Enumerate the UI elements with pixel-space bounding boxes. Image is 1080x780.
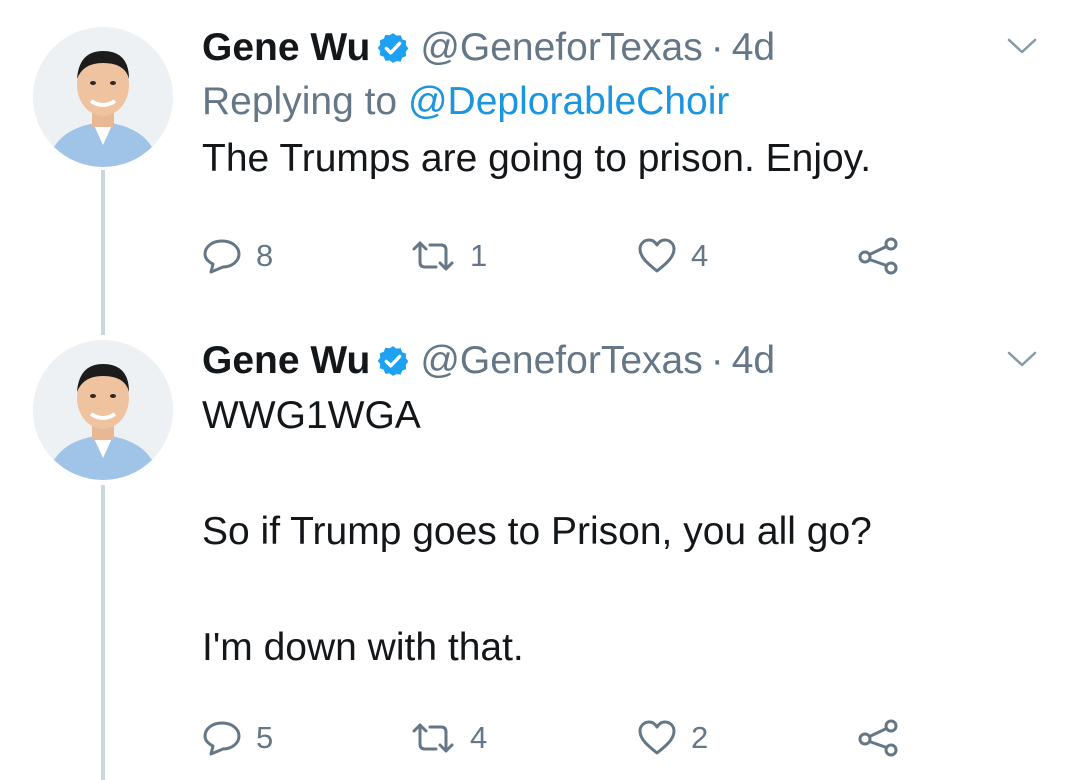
reply-icon bbox=[202, 720, 242, 756]
tweet-header: Gene Wu @GeneforTexas · 4d bbox=[202, 22, 1040, 74]
avatar[interactable] bbox=[33, 340, 173, 480]
tweet-text: The Trumps are going to prison. Enjoy. bbox=[202, 137, 872, 180]
reply-count: 5 bbox=[256, 720, 274, 755]
share-button[interactable] bbox=[857, 718, 901, 758]
display-name[interactable]: Gene Wu bbox=[202, 26, 370, 70]
thread-line bbox=[101, 170, 105, 335]
like-count: 2 bbox=[691, 720, 709, 755]
like-icon bbox=[637, 720, 677, 756]
verified-icon bbox=[376, 344, 410, 378]
share-button[interactable] bbox=[857, 236, 901, 276]
display-name[interactable]: Gene Wu bbox=[202, 339, 370, 383]
retweet-button[interactable]: 4 bbox=[410, 720, 487, 756]
tweet[interactable]: Gene Wu @GeneforTexas · 4d WWG1WGA So if… bbox=[0, 335, 1080, 780]
retweet-icon bbox=[410, 722, 456, 754]
avatar[interactable] bbox=[33, 27, 173, 167]
chevron-down-icon[interactable] bbox=[1004, 345, 1040, 373]
share-icon bbox=[857, 718, 901, 758]
replying-to: Replying to @DeplorableChoir bbox=[202, 74, 1040, 130]
separator-dot: · bbox=[710, 339, 724, 382]
retweet-count: 1 bbox=[470, 238, 488, 273]
reply-icon bbox=[202, 238, 242, 274]
timestamp[interactable]: 4d bbox=[732, 26, 775, 70]
reply-button[interactable]: 8 bbox=[202, 238, 273, 274]
chevron-down-icon[interactable] bbox=[1004, 32, 1040, 60]
verified-icon bbox=[376, 31, 410, 65]
tweet-text: WWG1WGA So if Trump goes to Prison, you … bbox=[202, 394, 872, 669]
retweet-icon bbox=[410, 240, 456, 272]
share-icon bbox=[857, 236, 901, 276]
timestamp[interactable]: 4d bbox=[732, 339, 775, 383]
like-button[interactable]: 2 bbox=[637, 720, 708, 756]
replying-prefix: Replying to bbox=[202, 80, 398, 123]
reply-count: 8 bbox=[256, 238, 274, 273]
user-handle[interactable]: @GeneforTexas bbox=[420, 26, 702, 70]
separator-dot: · bbox=[710, 26, 724, 69]
user-handle[interactable]: @GeneforTexas bbox=[420, 339, 702, 383]
tweet-content: Gene Wu @GeneforTexas · 4d Replying to @… bbox=[202, 22, 1040, 188]
like-count: 4 bbox=[691, 238, 709, 273]
tweet-content: Gene Wu @GeneforTexas · 4d WWG1WGA So if… bbox=[202, 335, 1040, 677]
like-icon bbox=[637, 238, 677, 274]
reply-button[interactable]: 5 bbox=[202, 720, 273, 756]
replying-to-link[interactable]: @DeplorableChoir bbox=[408, 80, 729, 123]
retweet-button[interactable]: 1 bbox=[410, 238, 487, 274]
tweet[interactable]: Gene Wu @GeneforTexas · 4d Replying to @… bbox=[0, 0, 1080, 335]
thread-line bbox=[101, 485, 105, 780]
tweet-header: Gene Wu @GeneforTexas · 4d bbox=[202, 335, 1040, 387]
like-button[interactable]: 4 bbox=[637, 238, 708, 274]
retweet-count: 4 bbox=[470, 720, 488, 755]
